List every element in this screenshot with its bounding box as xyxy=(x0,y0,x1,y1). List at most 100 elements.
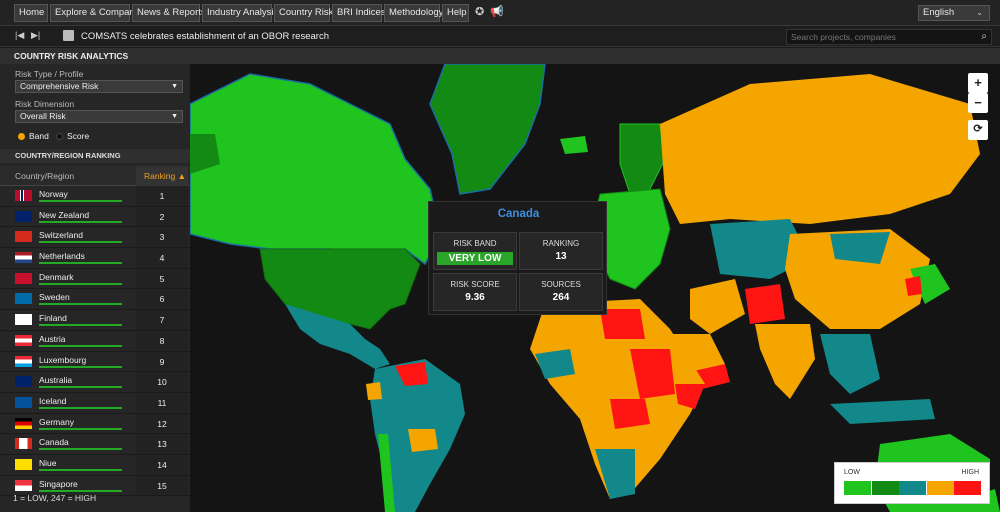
radio-selected-icon xyxy=(18,133,25,140)
legend-swatch xyxy=(899,481,926,495)
region-north-korea xyxy=(905,276,922,296)
chevron-down-icon: ▼ xyxy=(171,113,178,120)
ranking-table: Country/Region Ranking ▲ Norway 1 New Zeal… xyxy=(0,166,190,497)
zoom-out-button[interactable]: − xyxy=(968,93,988,113)
region-iran xyxy=(690,279,745,334)
country-rank: 8 xyxy=(136,330,188,351)
score-bar xyxy=(39,365,122,368)
nav-industry-analysis[interactable]: Industry Analysis xyxy=(202,4,278,22)
table-row[interactable]: Switzerland 3 xyxy=(0,227,190,249)
radio-band[interactable]: Band xyxy=(18,131,49,141)
country-tooltip: Canada RISK BAND VERY LOW RANKING 13 RIS… xyxy=(428,201,607,315)
radio-score-label: Score xyxy=(67,131,90,141)
country-name[interactable]: Luxembourg xyxy=(39,355,86,365)
sources-label: SOURCES xyxy=(541,280,581,289)
score-bar xyxy=(39,303,122,306)
country-rank: 15 xyxy=(136,475,188,496)
table-row[interactable]: Norway 1 xyxy=(0,186,190,207)
column-ranking[interactable]: Ranking ▲ xyxy=(136,166,188,186)
country-name[interactable]: Australia xyxy=(39,375,72,385)
country-name[interactable]: Niue xyxy=(39,458,56,468)
region-russia xyxy=(660,74,980,224)
search-icon[interactable]: ⌕ xyxy=(981,30,987,44)
nav-help[interactable]: Help xyxy=(442,4,469,22)
table-row[interactable]: Denmark 5 xyxy=(0,268,190,290)
nav-news-reports[interactable]: News & Reports xyxy=(132,4,206,22)
table-row[interactable]: Austria 8 xyxy=(0,330,190,352)
news-headline[interactable]: COMSATS celebrates establishment of an O… xyxy=(81,31,329,42)
region-canada xyxy=(190,73,441,266)
tooltip-risk-score: RISK SCORE 9.36 xyxy=(433,273,517,311)
region-ecuador xyxy=(366,382,382,400)
country-name[interactable]: Finland xyxy=(39,313,67,323)
megaphone-icon[interactable]: 📢 xyxy=(490,5,504,18)
flag-icon xyxy=(15,314,32,326)
tooltip-sources: SOURCES 264 xyxy=(519,273,603,311)
table-row[interactable]: Netherlands 4 xyxy=(0,248,190,269)
region-central-africa xyxy=(610,399,650,429)
nav-country-risk[interactable]: Country Risk xyxy=(274,4,333,22)
search-input[interactable]: Search projects, companies ⌕ xyxy=(786,29,992,45)
next-icon[interactable]: ▶| xyxy=(31,30,40,41)
score-bar xyxy=(39,262,122,265)
risk-dimension-label: Risk Dimension xyxy=(15,99,75,109)
table-row[interactable]: Iceland 11 xyxy=(0,392,190,414)
top-navigation: Home Explore & Compare News & Reports In… xyxy=(0,0,1000,26)
country-name[interactable]: Switzerland xyxy=(39,230,83,240)
country-name[interactable]: Netherlands xyxy=(39,251,85,261)
table-row[interactable]: Luxembourg 9 xyxy=(0,351,190,373)
nav-methodology[interactable]: Methodology xyxy=(384,4,443,22)
legend-swatch xyxy=(871,481,899,495)
risk-type-select[interactable]: Comprehensive Risk ▼ xyxy=(15,80,183,93)
table-row[interactable]: Germany 12 xyxy=(0,413,190,435)
table-row[interactable]: Canada 13 xyxy=(0,434,190,455)
country-name[interactable]: Singapore xyxy=(39,479,78,489)
score-bar xyxy=(39,324,122,327)
legend-swatch xyxy=(844,481,871,495)
table-row[interactable]: Australia 10 xyxy=(0,372,190,393)
region-bolivia xyxy=(408,429,438,452)
nav-bri-indices[interactable]: BRI Indices xyxy=(332,4,386,22)
previous-icon[interactable]: |◀ xyxy=(15,30,24,41)
region-southeast-asia xyxy=(820,334,880,394)
country-rank: 4 xyxy=(136,248,188,268)
risk-band-label: RISK BAND xyxy=(453,239,497,248)
nav-home[interactable]: Home xyxy=(14,4,48,22)
region-usa xyxy=(259,248,421,330)
country-name[interactable]: Norway xyxy=(39,189,68,199)
column-country[interactable]: Country/Region xyxy=(15,171,74,181)
country-name[interactable]: Denmark xyxy=(39,272,73,282)
country-name[interactable]: Iceland xyxy=(39,396,66,406)
country-name[interactable]: Austria xyxy=(39,334,65,344)
region-greenland xyxy=(429,64,546,195)
country-name[interactable]: New Zealand xyxy=(39,210,89,220)
country-name[interactable]: Germany xyxy=(39,417,74,427)
country-rank: 10 xyxy=(136,372,188,392)
table-row[interactable]: New Zealand 2 xyxy=(0,206,190,228)
score-bar xyxy=(39,344,122,347)
score-bar xyxy=(39,241,122,244)
radio-unselected-icon xyxy=(56,133,63,140)
star-icon[interactable]: ✪ xyxy=(475,5,484,18)
risk-dimension-select[interactable]: Overall Risk ▼ xyxy=(15,110,183,123)
country-name[interactable]: Canada xyxy=(39,437,69,447)
table-row[interactable]: Finland 7 xyxy=(0,310,190,331)
country-rank: 5 xyxy=(136,268,188,289)
refresh-icon[interactable]: ⟳ xyxy=(968,120,988,140)
radio-score[interactable]: Score xyxy=(56,131,89,141)
region-afghanistan xyxy=(745,284,785,324)
flag-icon xyxy=(15,272,32,284)
zoom-in-button[interactable]: + xyxy=(968,73,988,93)
country-name[interactable]: Sweden xyxy=(39,292,70,302)
country-rank: 7 xyxy=(136,310,188,330)
flag-icon xyxy=(15,355,32,367)
table-row[interactable]: Sweden 6 xyxy=(0,289,190,311)
ranking-title: COUNTRY/REGION RANKING xyxy=(0,149,190,163)
nav-explore-compare[interactable]: Explore & Compare xyxy=(50,4,138,22)
risk-band-badge: VERY LOW xyxy=(436,252,514,265)
table-row[interactable]: Niue 14 xyxy=(0,454,190,476)
flag-icon xyxy=(15,334,32,346)
language-select[interactable]: English ⌄ xyxy=(918,5,990,21)
score-bar xyxy=(39,448,122,451)
region-india xyxy=(755,324,815,399)
